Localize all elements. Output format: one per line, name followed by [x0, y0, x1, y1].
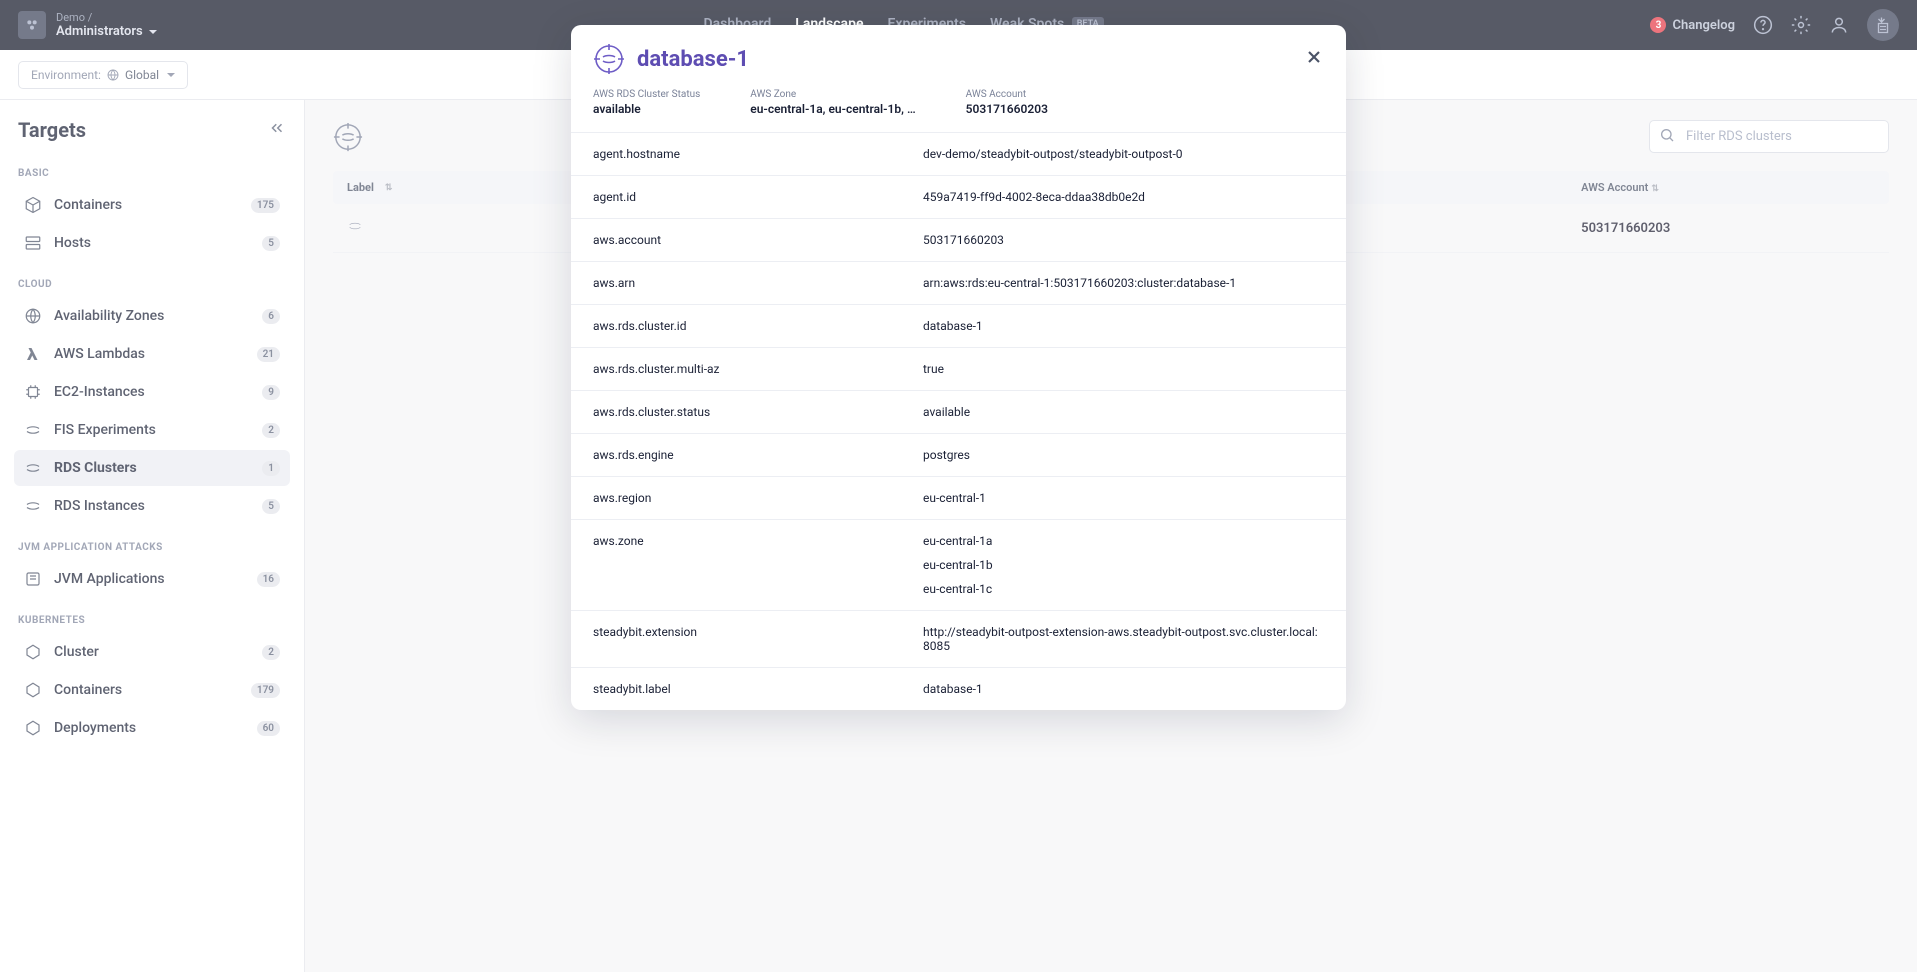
attr-key: aws.arn	[593, 276, 923, 290]
attr-value: database-1	[923, 682, 1324, 696]
attr-key: steadybit.label	[593, 682, 923, 696]
attr-value: postgres	[923, 448, 1324, 462]
meta-status-value: available	[593, 102, 700, 116]
attr-key: aws.region	[593, 491, 923, 505]
meta-zone-value: eu-central-1a, eu-central-1b, …	[750, 102, 915, 116]
attr-value: eu-central-1	[923, 491, 1324, 505]
attr-value: 459a7419-ff9d-4002-8eca-ddaa38db0e2d	[923, 190, 1324, 204]
attr-row: steadybit.labeldatabase-1	[571, 667, 1346, 710]
close-icon[interactable]	[1304, 47, 1324, 71]
meta-status-label: AWS RDS Cluster Status	[593, 89, 700, 100]
attr-row: aws.rds.cluster.statusavailable	[571, 390, 1346, 433]
attr-row: aws.rds.cluster.iddatabase-1	[571, 304, 1346, 347]
attr-key: aws.rds.cluster.status	[593, 405, 923, 419]
meta-account-label: AWS Account	[966, 89, 1048, 100]
attr-value: eu-central-1aeu-central-1beu-central-1c	[923, 534, 1324, 596]
modal-title: database-1	[637, 47, 749, 72]
attr-value: available	[923, 405, 1324, 419]
attr-value: dev-demo/steadybit-outpost/steadybit-out…	[923, 147, 1324, 161]
attr-row: aws.rds.cluster.multi-aztrue	[571, 347, 1346, 390]
meta-zone-label: AWS Zone	[750, 89, 915, 100]
modal-overlay[interactable]: database-1 AWS RDS Cluster Status availa…	[0, 0, 1917, 972]
target-details-modal: database-1 AWS RDS Cluster Status availa…	[571, 25, 1346, 710]
attr-key: aws.rds.cluster.multi-az	[593, 362, 923, 376]
attr-value: true	[923, 362, 1324, 376]
attr-row: aws.rds.enginepostgres	[571, 433, 1346, 476]
attr-row: agent.hostnamedev-demo/steadybit-outpost…	[571, 132, 1346, 175]
attr-key: steadybit.extension	[593, 625, 923, 653]
attr-value: database-1	[923, 319, 1324, 333]
attr-key: agent.hostname	[593, 147, 923, 161]
attr-row: aws.zoneeu-central-1aeu-central-1beu-cen…	[571, 519, 1346, 610]
attr-row: aws.regioneu-central-1	[571, 476, 1346, 519]
target-icon	[593, 43, 625, 75]
attr-key: aws.account	[593, 233, 923, 247]
attr-row: aws.account503171660203	[571, 218, 1346, 261]
attr-row: aws.arnarn:aws:rds:eu-central-1:50317166…	[571, 261, 1346, 304]
attr-row: agent.id459a7419-ff9d-4002-8eca-ddaa38db…	[571, 175, 1346, 218]
attr-key: aws.zone	[593, 534, 923, 596]
modal-body[interactable]: agent.hostnamedev-demo/steadybit-outpost…	[571, 132, 1346, 710]
attr-value: 503171660203	[923, 233, 1324, 247]
attr-key: aws.rds.engine	[593, 448, 923, 462]
attr-key: aws.rds.cluster.id	[593, 319, 923, 333]
attr-key: agent.id	[593, 190, 923, 204]
attr-row: steadybit.extensionhttp://steadybit-outp…	[571, 610, 1346, 667]
attr-value: http://steadybit-outpost-extension-aws.s…	[923, 625, 1324, 653]
attr-value: arn:aws:rds:eu-central-1:503171660203:cl…	[923, 276, 1324, 290]
meta-account-value: 503171660203	[966, 102, 1048, 116]
